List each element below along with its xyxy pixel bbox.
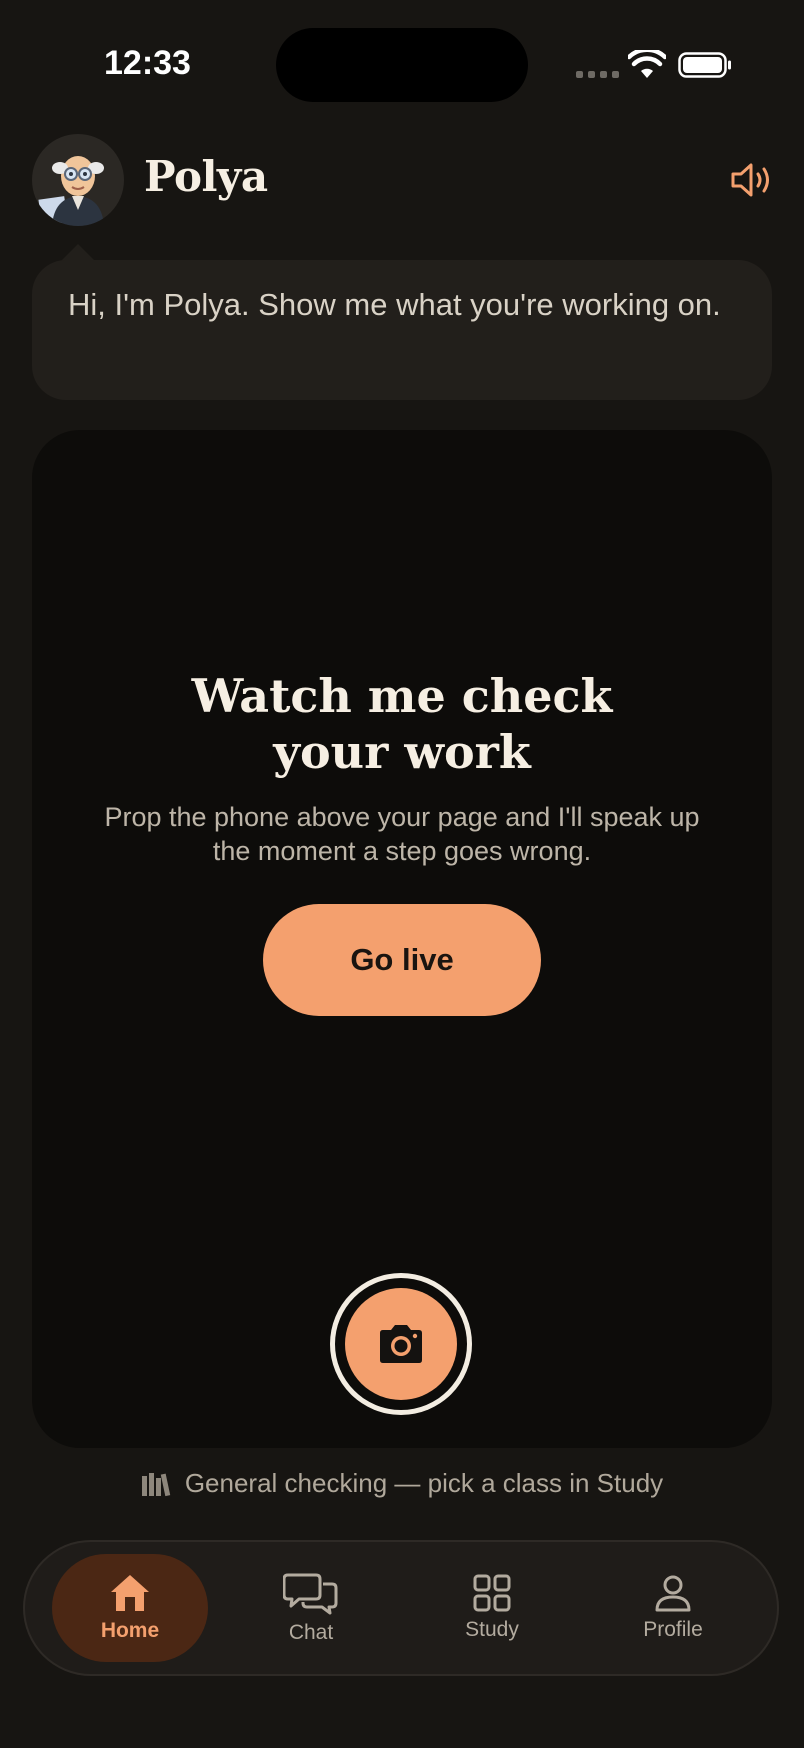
grid-icon bbox=[473, 1574, 511, 1612]
camera-icon bbox=[380, 1325, 422, 1363]
wifi-icon bbox=[628, 50, 666, 78]
tab-chat[interactable]: Chat bbox=[233, 1554, 389, 1662]
tab-study-label: Study bbox=[465, 1618, 519, 1641]
person-icon bbox=[655, 1575, 691, 1612]
context-text: General checking — pick a class in Study bbox=[184, 1468, 664, 1498]
context-line: General checking — pick a class in Study bbox=[0, 1468, 804, 1499]
dynamic-island bbox=[276, 28, 528, 102]
tab-chat-label: Chat bbox=[288, 1621, 334, 1644]
house-icon bbox=[111, 1575, 149, 1611]
status-time: 12:33 bbox=[104, 44, 191, 82]
avatar[interactable] bbox=[32, 134, 124, 226]
cellular-signal-icon bbox=[576, 71, 619, 78]
bubble-text: Hi, I'm Polya. Show me what you're worki… bbox=[68, 287, 721, 322]
speaker-volume-icon[interactable] bbox=[730, 160, 774, 200]
tab-home[interactable]: Home bbox=[52, 1554, 208, 1662]
card-title-line-2: your work bbox=[273, 725, 531, 779]
tab-home-label: Home bbox=[100, 1619, 160, 1642]
tab-profile-label: Profile bbox=[643, 1618, 703, 1641]
app-name: Polya bbox=[144, 152, 268, 201]
speech-bubble bbox=[32, 260, 772, 400]
chat-bubbles-icon bbox=[283, 1573, 338, 1615]
tab-profile[interactable]: Profile bbox=[595, 1554, 751, 1662]
card-subtitle: Prop the phone above your page and I'll … bbox=[104, 802, 700, 866]
books-icon bbox=[141, 1472, 171, 1496]
tab-study[interactable]: Study bbox=[414, 1554, 570, 1662]
shutter-inner bbox=[345, 1288, 457, 1400]
card-title-line-1: Watch me check bbox=[191, 669, 613, 723]
shutter-button[interactable] bbox=[330, 1273, 472, 1415]
card-title: Watch me check your work bbox=[32, 668, 772, 780]
battery-icon bbox=[678, 52, 731, 78]
go-live-button[interactable]: Go live bbox=[263, 904, 541, 1016]
polya-avatar-icon bbox=[38, 156, 104, 226]
